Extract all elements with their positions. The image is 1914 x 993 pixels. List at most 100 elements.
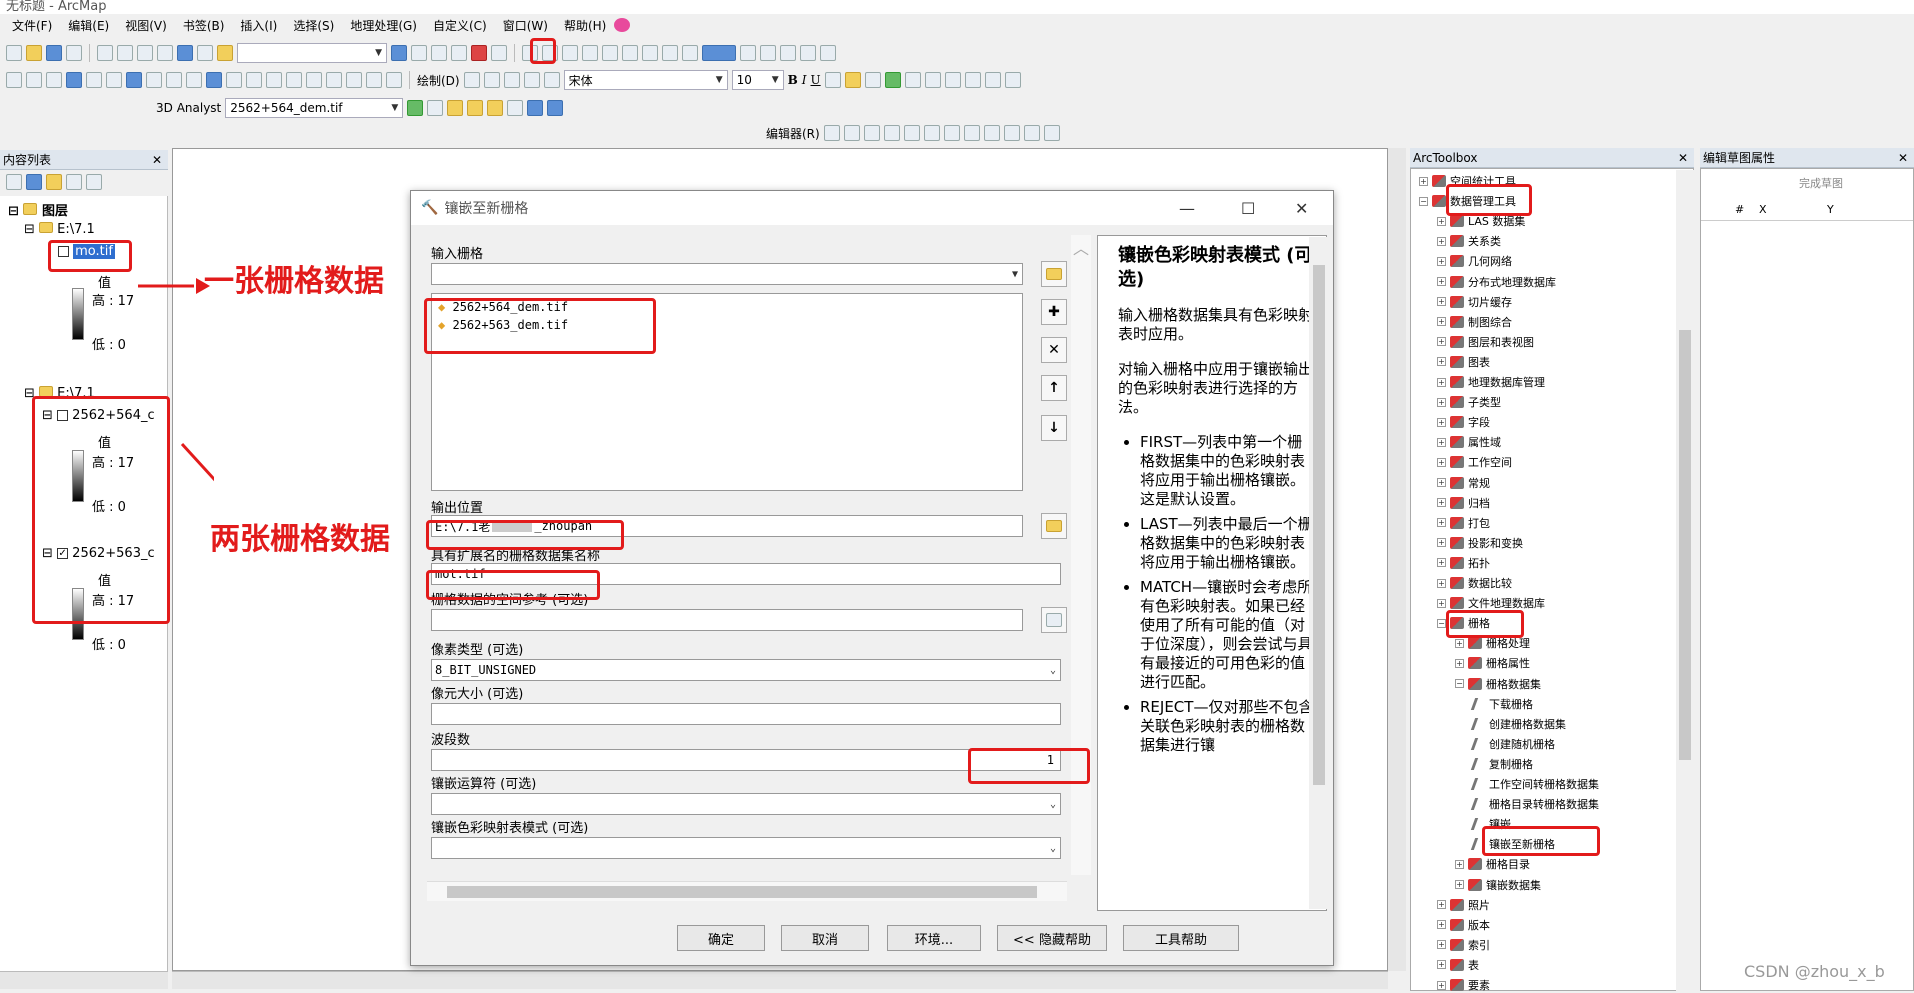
expand-icon[interactable]: + [1437, 256, 1446, 266]
expand-icon[interactable]: + [1437, 598, 1446, 608]
undo-icon[interactable] [177, 45, 193, 61]
color-icon[interactable] [702, 45, 736, 61]
close-icon[interactable]: ✕ [152, 153, 162, 167]
toolbox-item[interactable]: + 版本 [1437, 917, 1490, 933]
expand-icon[interactable]: + [1437, 417, 1446, 427]
tool-icon[interactable] [820, 45, 836, 61]
contour-icon[interactable] [407, 100, 424, 116]
tool-icon[interactable] [903, 125, 920, 141]
copy-icon[interactable] [117, 45, 133, 61]
tool-icon[interactable] [1023, 125, 1040, 141]
expand-icon[interactable]: + [1437, 277, 1446, 286]
expand-icon[interactable]: + [1437, 940, 1446, 950]
tool-icon[interactable] [740, 45, 756, 61]
fixed-zoom-out-icon[interactable] [106, 72, 122, 88]
expand-icon[interactable]: + [1437, 920, 1446, 930]
toolbox-item[interactable]: + 常规 [1437, 475, 1490, 491]
toolbox-item[interactable]: + 投影和变换 [1437, 535, 1523, 551]
zoom-out-icon[interactable] [26, 72, 42, 88]
toolbox-item[interactable]: + 索引 [1437, 937, 1490, 953]
menu-item[interactable]: 选择(S) [285, 17, 342, 34]
toolbox-item[interactable]: 复制栅格 [1470, 756, 1533, 772]
underline-button[interactable]: U [811, 73, 821, 87]
fixed-zoom-icon[interactable] [86, 72, 102, 88]
toolbox-item[interactable]: + 图表 [1437, 354, 1490, 370]
expand-icon[interactable]: + [1437, 960, 1446, 970]
expand-icon[interactable]: + [1437, 538, 1446, 548]
steepest-path-icon[interactable] [427, 100, 444, 116]
move-down-button[interactable]: ↓ [1041, 415, 1067, 441]
finish-sketch[interactable]: 完成草图 [1799, 175, 1843, 191]
rotate-icon[interactable] [483, 72, 500, 88]
html-popup-icon[interactable] [246, 72, 262, 88]
tool-icon[interactable] [1003, 125, 1020, 141]
full-extent-icon[interactable] [66, 72, 82, 88]
map-vscroll[interactable] [1388, 148, 1406, 971]
profile-icon[interactable] [467, 100, 484, 116]
save-icon[interactable] [46, 45, 62, 61]
print-icon[interactable] [66, 45, 82, 61]
find-route-icon[interactable] [306, 72, 322, 88]
expand-icon[interactable]: + [1437, 377, 1446, 387]
line-of-sight-icon[interactable] [447, 100, 464, 116]
help-scroll-thumb[interactable] [1313, 265, 1325, 785]
toolbox-item[interactable]: + 地理数据库管理 [1437, 374, 1545, 390]
font-color-icon[interactable] [824, 72, 841, 88]
toolbox-item[interactable]: + 几何网络 [1437, 253, 1512, 269]
toolbox-item[interactable]: 下载栅格 [1470, 696, 1533, 712]
menu-item[interactable]: 窗口(W) [495, 17, 556, 34]
line-color-icon[interactable] [864, 72, 881, 88]
expand-icon[interactable]: + [1437, 216, 1446, 226]
pan-icon[interactable] [46, 72, 62, 88]
delete-icon[interactable] [157, 45, 173, 61]
expand-icon[interactable]: + [1455, 638, 1464, 648]
font-size-combo[interactable]: 10 ▼ [731, 70, 784, 90]
toc-icon[interactable] [411, 45, 427, 61]
font-combo[interactable]: 宋体 ▼ [563, 70, 728, 90]
forward-icon[interactable] [146, 72, 162, 88]
menu-item[interactable]: 视图(V) [117, 17, 175, 34]
text-icon[interactable] [523, 72, 540, 88]
environments-button[interactable]: 环境... [887, 925, 981, 951]
toolbox-item[interactable]: 创建随机栅格 [1470, 736, 1555, 752]
input-raster-combo[interactable]: ▼ [431, 263, 1023, 285]
toolbox-item[interactable]: + 打包 [1437, 515, 1490, 531]
expand-icon[interactable]: + [1437, 357, 1446, 367]
expand-icon[interactable]: − [1437, 618, 1446, 628]
mosaic-operator-select[interactable]: ⌄ [431, 793, 1061, 815]
toolbox-item[interactable]: + 制图综合 [1437, 314, 1512, 330]
zoom-in-icon[interactable] [6, 72, 22, 88]
expand-icon[interactable]: + [1437, 297, 1446, 307]
toolbox-item[interactable]: + 照片 [1437, 897, 1490, 913]
move-up-button[interactable]: ↑ [1041, 375, 1067, 401]
tool-icon[interactable] [964, 72, 981, 88]
arctoolbox-icon[interactable] [471, 45, 487, 61]
3d-analyst-menu[interactable]: 3D Analyst [156, 101, 221, 115]
tool-icon[interactable] [963, 125, 980, 141]
back-icon[interactable] [126, 72, 142, 88]
browse-output-button[interactable] [1041, 513, 1067, 539]
list-by-selection-icon[interactable] [66, 174, 82, 190]
toolbox-item[interactable]: + 工作空间 [1437, 454, 1512, 470]
toolbox-item[interactable]: + 属性域 [1437, 434, 1501, 450]
toolbox-item[interactable]: 创建栅格数据集 [1470, 716, 1566, 732]
tool-icon[interactable] [800, 45, 816, 61]
spatial-ref-button[interactable] [1041, 607, 1067, 633]
redo-icon[interactable] [197, 45, 213, 61]
expand-icon[interactable]: + [1437, 437, 1446, 447]
expand-icon[interactable]: + [1455, 859, 1464, 869]
identify-icon[interactable] [206, 72, 222, 88]
expand-icon[interactable]: + [1437, 236, 1446, 246]
italic-button[interactable]: I [802, 73, 807, 87]
menu-item[interactable]: 书签(B) [175, 17, 233, 34]
add-data-icon[interactable] [217, 45, 233, 61]
expand-icon[interactable]: + [1437, 980, 1446, 990]
expand-icon[interactable]: + [1437, 397, 1446, 407]
help-vscroll[interactable] [1309, 237, 1329, 909]
arcglobe-icon[interactable] [527, 100, 544, 116]
toc-root[interactable]: ⊟ 图层 [8, 200, 68, 219]
expand-icon[interactable]: − [1419, 196, 1428, 206]
toolbox-item[interactable]: + 字段 [1437, 414, 1490, 430]
editor-toolbar-icon[interactable] [391, 45, 407, 61]
menu-item[interactable]: 帮助(H) [556, 17, 614, 34]
